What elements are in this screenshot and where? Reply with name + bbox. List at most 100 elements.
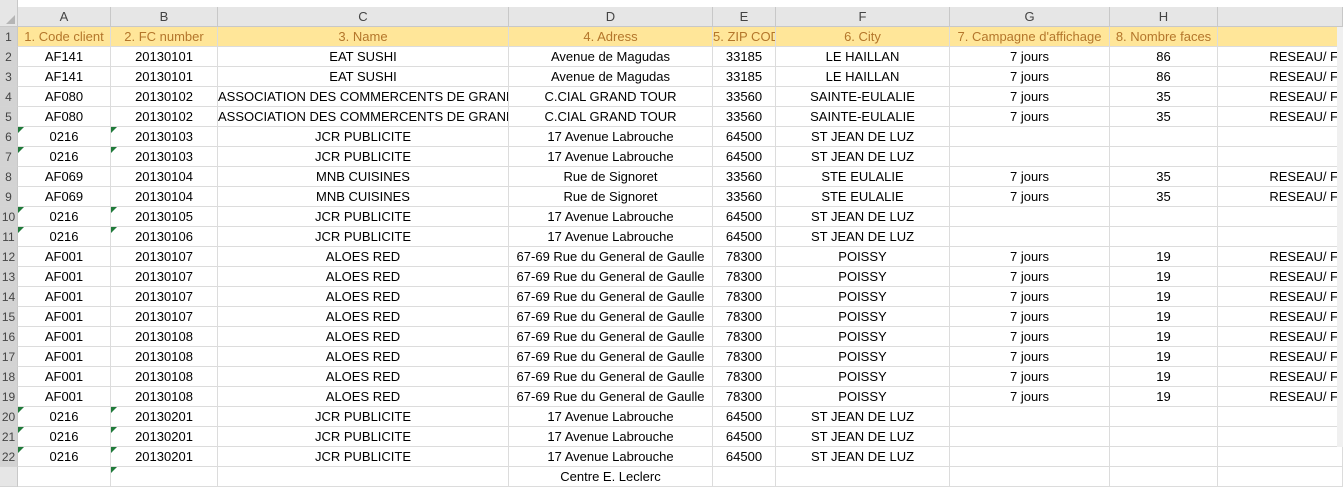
table-cell[interactable] — [950, 427, 1110, 447]
table-cell[interactable]: RESEAU/ F — [1218, 267, 1343, 287]
table-cell[interactable]: RESEAU/ F — [1218, 347, 1343, 367]
table-cell[interactable]: ST JEAN DE LUZ — [776, 407, 950, 427]
header-cell[interactable]: 4. Adress — [509, 27, 713, 47]
table-cell[interactable]: 33185 — [713, 47, 776, 67]
table-cell[interactable]: 64500 — [713, 447, 776, 467]
table-cell[interactable] — [950, 447, 1110, 467]
table-cell[interactable]: LE HAILLAN — [776, 67, 950, 87]
column-header-i[interactable] — [1218, 7, 1343, 27]
table-cell[interactable]: 20130108 — [111, 367, 218, 387]
table-cell[interactable]: 33560 — [713, 187, 776, 207]
table-cell[interactable] — [111, 467, 218, 487]
row-header[interactable] — [0, 467, 18, 487]
table-cell[interactable]: LE HAILLAN — [776, 47, 950, 67]
table-cell[interactable]: 0216 — [18, 227, 111, 247]
table-cell[interactable]: STE EULALIE — [776, 187, 950, 207]
table-cell[interactable]: MNB CUISINES — [218, 187, 509, 207]
table-cell[interactable]: 20130102 — [111, 87, 218, 107]
table-cell[interactable]: 35 — [1110, 167, 1218, 187]
table-cell[interactable]: 7 jours — [950, 327, 1110, 347]
table-cell[interactable]: 7 jours — [950, 107, 1110, 127]
column-header-e[interactable]: E — [713, 7, 776, 27]
table-cell[interactable]: 64500 — [713, 147, 776, 167]
table-cell[interactable]: 67-69 Rue du General de Gaulle — [509, 387, 713, 407]
table-cell[interactable] — [1110, 147, 1218, 167]
header-cell[interactable]: 6. City — [776, 27, 950, 47]
table-cell[interactable]: 7 jours — [950, 187, 1110, 207]
table-cell[interactable]: RESEAU/ F — [1218, 167, 1343, 187]
table-cell[interactable]: 7 jours — [950, 67, 1110, 87]
table-cell[interactable]: RESEAU/ F — [1218, 47, 1343, 67]
column-header-d[interactable]: D — [509, 7, 713, 27]
table-cell[interactable]: MNB CUISINES — [218, 167, 509, 187]
table-cell[interactable] — [1110, 227, 1218, 247]
table-cell[interactable]: Avenue de Magudas — [509, 47, 713, 67]
table-cell[interactable] — [1110, 427, 1218, 447]
table-cell[interactable]: 20130101 — [111, 47, 218, 67]
table-cell[interactable]: JCR PUBLICITE — [218, 447, 509, 467]
table-cell[interactable] — [713, 467, 776, 487]
table-cell[interactable]: 86 — [1110, 67, 1218, 87]
table-cell[interactable]: 0216 — [18, 407, 111, 427]
table-cell[interactable]: ALOES RED — [218, 267, 509, 287]
table-cell[interactable]: 33185 — [713, 67, 776, 87]
table-cell[interactable]: 78300 — [713, 247, 776, 267]
table-cell[interactable]: 19 — [1110, 387, 1218, 407]
column-header-g[interactable]: G — [950, 7, 1110, 27]
table-cell[interactable]: JCR PUBLICITE — [218, 127, 509, 147]
table-cell[interactable]: C.CIAL GRAND TOUR — [509, 107, 713, 127]
table-cell[interactable]: 67-69 Rue du General de Gaulle — [509, 267, 713, 287]
table-cell[interactable] — [1110, 467, 1218, 487]
table-cell[interactable]: 33560 — [713, 107, 776, 127]
row-header[interactable]: 6 — [0, 127, 18, 147]
row-header[interactable]: 17 — [0, 347, 18, 367]
table-cell[interactable]: 19 — [1110, 267, 1218, 287]
table-cell[interactable]: 17 Avenue Labrouche — [509, 427, 713, 447]
row-header[interactable]: 15 — [0, 307, 18, 327]
table-cell[interactable]: 20130105 — [111, 207, 218, 227]
table-cell[interactable]: 78300 — [713, 307, 776, 327]
table-cell[interactable]: 7 jours — [950, 87, 1110, 107]
table-cell[interactable]: AF069 — [18, 167, 111, 187]
row-header[interactable]: 1 — [0, 27, 18, 47]
header-cell[interactable]: 3. Name — [218, 27, 509, 47]
table-cell[interactable]: AF001 — [18, 347, 111, 367]
table-cell[interactable]: 64500 — [713, 207, 776, 227]
table-cell[interactable]: 20130101 — [111, 67, 218, 87]
table-cell[interactable]: POISSY — [776, 367, 950, 387]
table-cell[interactable]: 78300 — [713, 327, 776, 347]
row-header[interactable]: 19 — [0, 387, 18, 407]
table-cell[interactable]: POISSY — [776, 347, 950, 367]
table-cell[interactable]: AF001 — [18, 367, 111, 387]
table-cell[interactable]: AF001 — [18, 267, 111, 287]
table-cell[interactable]: 7 jours — [950, 287, 1110, 307]
row-header[interactable]: 5 — [0, 107, 18, 127]
table-cell[interactable]: 20130108 — [111, 387, 218, 407]
table-cell[interactable]: Avenue de Magudas — [509, 67, 713, 87]
row-header[interactable]: 22 — [0, 447, 18, 467]
table-cell[interactable]: ALOES RED — [218, 247, 509, 267]
row-header[interactable]: 7 — [0, 147, 18, 167]
header-cell[interactable]: 5. ZIP CODE — [713, 27, 776, 47]
table-cell[interactable] — [950, 407, 1110, 427]
table-cell[interactable]: AF080 — [18, 107, 111, 127]
table-cell[interactable]: ALOES RED — [218, 287, 509, 307]
table-cell[interactable]: RESEAU/ F — [1218, 327, 1343, 347]
table-cell[interactable]: AF141 — [18, 47, 111, 67]
table-cell[interactable]: RESEAU/ F — [1218, 367, 1343, 387]
table-cell[interactable]: C.CIAL GRAND TOUR — [509, 87, 713, 107]
table-cell[interactable]: 67-69 Rue du General de Gaulle — [509, 307, 713, 327]
table-cell[interactable]: AF080 — [18, 87, 111, 107]
table-cell[interactable]: 20130103 — [111, 147, 218, 167]
table-cell[interactable]: RESEAU/ F — [1218, 67, 1343, 87]
table-cell[interactable] — [1110, 447, 1218, 467]
row-header[interactable]: 16 — [0, 327, 18, 347]
table-cell[interactable] — [1218, 467, 1343, 487]
table-cell[interactable]: 7 jours — [950, 387, 1110, 407]
table-cell[interactable]: 0216 — [18, 447, 111, 467]
table-cell[interactable]: 7 jours — [950, 247, 1110, 267]
table-cell[interactable]: 67-69 Rue du General de Gaulle — [509, 327, 713, 347]
table-cell[interactable] — [1110, 127, 1218, 147]
table-cell[interactable] — [218, 467, 509, 487]
table-cell[interactable]: 67-69 Rue du General de Gaulle — [509, 347, 713, 367]
